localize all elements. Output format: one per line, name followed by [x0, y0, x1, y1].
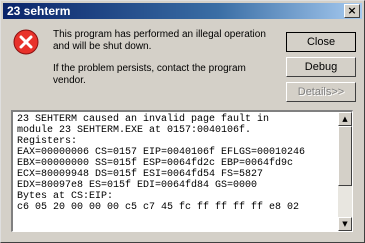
- close-button[interactable]: Close: [286, 32, 356, 52]
- scroll-thumb[interactable]: [338, 126, 352, 186]
- debug-button[interactable]: Debug: [286, 57, 356, 77]
- scroll-down-arrow-icon[interactable]: ▼: [338, 217, 352, 231]
- details-text-box[interactable]: 23 SEHTERM caused an invalid page fault …: [11, 110, 353, 232]
- title-bar[interactable]: 23 sehterm ×: [3, 3, 362, 19]
- details-text: 23 SEHTERM caused an invalid page fault …: [17, 114, 306, 213]
- error-dialog-window: 23 sehterm × This program has performed …: [0, 0, 365, 243]
- message-line-2: and will be shut down.: [53, 41, 152, 52]
- scroll-up-arrow-icon[interactable]: ▲: [338, 112, 352, 126]
- details-button[interactable]: Details>>: [286, 82, 356, 102]
- vertical-scrollbar[interactable]: ▲ ▼: [338, 112, 352, 231]
- window-title: 23 sehterm: [7, 4, 71, 18]
- error-x-icon: [13, 29, 39, 55]
- message-line-4: vendor.: [53, 75, 86, 86]
- title-close-button[interactable]: ×: [344, 4, 360, 18]
- error-message: This program has performed an illegal op…: [53, 29, 273, 97]
- message-line-1: This program has performed an illegal op…: [53, 29, 266, 40]
- message-line-3: If the problem persists, contact the pro…: [53, 63, 246, 74]
